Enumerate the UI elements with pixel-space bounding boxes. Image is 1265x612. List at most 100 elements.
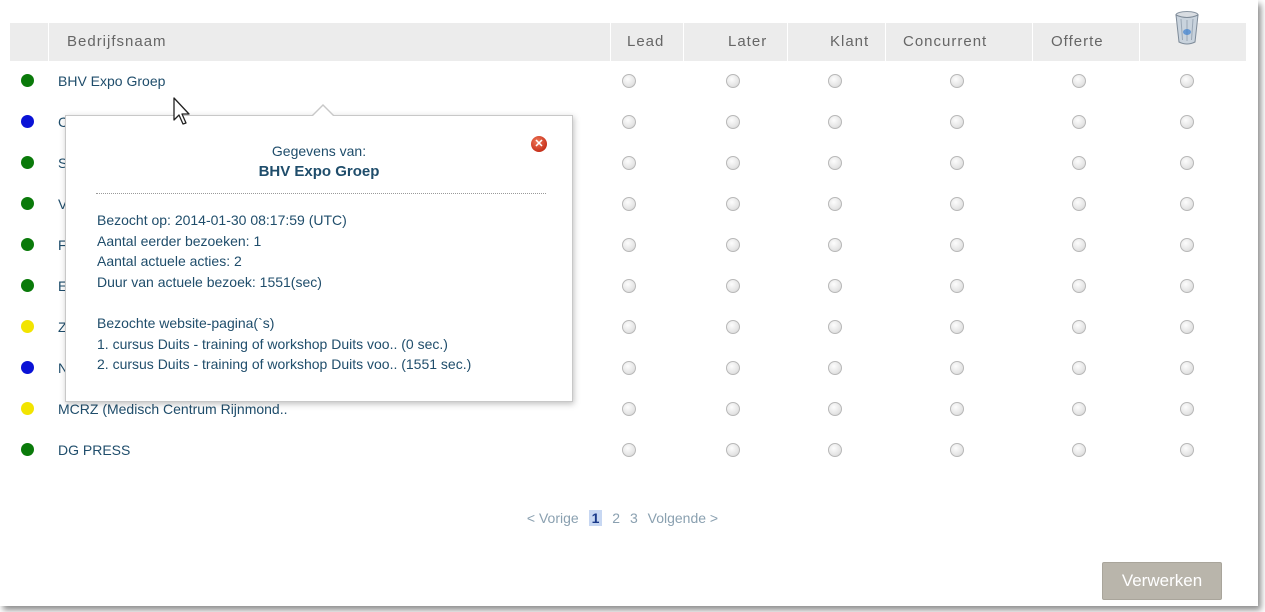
- popup-divider: [96, 193, 546, 194]
- radio-klant[interactable]: [828, 279, 842, 293]
- status-dot: [21, 402, 34, 415]
- mouse-cursor-icon: [173, 97, 190, 125]
- popup-title: Gegevens van:: [271, 143, 367, 159]
- radio-lead[interactable]: [622, 115, 636, 129]
- status-dot: [21, 443, 34, 456]
- radio-concurrent[interactable]: [950, 361, 964, 375]
- column-header-later: Later: [728, 33, 768, 50]
- status-dot: [21, 156, 34, 169]
- radio-klant[interactable]: [828, 197, 842, 211]
- radio-concurrent[interactable]: [950, 279, 964, 293]
- column-header-klant: Klant: [830, 33, 870, 50]
- radio-offerte[interactable]: [1072, 279, 1086, 293]
- radio-concurrent[interactable]: [950, 74, 964, 88]
- radio-concurrent[interactable]: [950, 320, 964, 334]
- radio-lead[interactable]: [622, 361, 636, 375]
- popup-duration: Duur van actuele bezoek: 1551(sec): [97, 274, 322, 290]
- radio-concurrent[interactable]: [950, 443, 964, 457]
- status-dot: [21, 115, 34, 128]
- popup-pages-title: Bezochte website-pagina(`s): [97, 315, 275, 331]
- trash-icon[interactable]: [1174, 10, 1200, 46]
- radio-later[interactable]: [726, 197, 740, 211]
- radio-klant[interactable]: [828, 320, 842, 334]
- radio-delete[interactable]: [1180, 361, 1194, 375]
- radio-later[interactable]: [726, 361, 740, 375]
- status-dot: [21, 361, 34, 374]
- radio-later[interactable]: [726, 402, 740, 416]
- popup-page-item: 1. cursus Duits - training of workshop D…: [97, 336, 448, 352]
- pagination-next[interactable]: Volgende >: [648, 510, 718, 526]
- pagination-page-3[interactable]: 3: [630, 510, 638, 526]
- radio-delete[interactable]: [1180, 402, 1194, 416]
- radio-lead[interactable]: [622, 74, 636, 88]
- radio-later[interactable]: [726, 279, 740, 293]
- radio-concurrent[interactable]: [950, 197, 964, 211]
- radio-delete[interactable]: [1180, 320, 1194, 334]
- radio-offerte[interactable]: [1072, 74, 1086, 88]
- radio-delete[interactable]: [1180, 238, 1194, 252]
- radio-offerte[interactable]: [1072, 197, 1086, 211]
- radio-offerte[interactable]: [1072, 238, 1086, 252]
- pagination: < Vorige 1 2 3 Volgende >: [0, 510, 1245, 526]
- company-name-link[interactable]: DG PRESS: [58, 430, 130, 471]
- radio-offerte[interactable]: [1072, 320, 1086, 334]
- pagination-page-2[interactable]: 2: [612, 510, 620, 526]
- status-dot: [21, 279, 34, 292]
- popup-prev-visits: Aantal eerder bezoeken: 1: [97, 233, 262, 249]
- radio-klant[interactable]: [828, 156, 842, 170]
- radio-klant[interactable]: [828, 74, 842, 88]
- pagination-page-1[interactable]: 1: [588, 510, 603, 526]
- radio-delete[interactable]: [1180, 74, 1194, 88]
- column-header-company: Bedrijfsnaam: [67, 33, 167, 50]
- radio-concurrent[interactable]: [950, 238, 964, 252]
- radio-lead[interactable]: [622, 320, 636, 334]
- radio-offerte[interactable]: [1072, 361, 1086, 375]
- radio-delete[interactable]: [1180, 156, 1194, 170]
- radio-delete[interactable]: [1180, 279, 1194, 293]
- popup-visited: Bezocht op: 2014-01-30 08:17:59 (UTC): [97, 212, 347, 228]
- radio-klant[interactable]: [828, 238, 842, 252]
- radio-later[interactable]: [726, 320, 740, 334]
- status-dot: [21, 197, 34, 210]
- radio-offerte[interactable]: [1072, 443, 1086, 457]
- radio-later[interactable]: [726, 74, 740, 88]
- column-header-lead: Lead: [627, 33, 665, 50]
- radio-lead[interactable]: [622, 238, 636, 252]
- radio-concurrent[interactable]: [950, 402, 964, 416]
- leads-panel: Bedrijfsnaam Lead Later Klant Concurrent…: [0, 0, 1258, 606]
- radio-klant[interactable]: [828, 402, 842, 416]
- radio-lead[interactable]: [622, 156, 636, 170]
- visitor-details-popup: ✕ Gegevens van: BHV Expo Groep Bezocht o…: [65, 104, 573, 402]
- radio-concurrent[interactable]: [950, 115, 964, 129]
- radio-delete[interactable]: [1180, 115, 1194, 129]
- radio-offerte[interactable]: [1072, 115, 1086, 129]
- radio-klant[interactable]: [828, 443, 842, 457]
- radio-lead[interactable]: [622, 443, 636, 457]
- radio-lead[interactable]: [622, 402, 636, 416]
- table-row: DG PRESS: [10, 430, 1246, 471]
- radio-lead[interactable]: [622, 197, 636, 211]
- popup-page-item: 2. cursus Duits - training of workshop D…: [97, 356, 472, 372]
- radio-delete[interactable]: [1180, 197, 1194, 211]
- pagination-prev[interactable]: < Vorige: [527, 510, 579, 526]
- status-dot: [21, 320, 34, 333]
- status-dot: [21, 74, 34, 87]
- radio-later[interactable]: [726, 238, 740, 252]
- radio-offerte[interactable]: [1072, 402, 1086, 416]
- process-button[interactable]: Verwerken: [1102, 562, 1222, 600]
- radio-klant[interactable]: [828, 361, 842, 375]
- column-header-concurrent: Concurrent: [903, 33, 988, 50]
- radio-later[interactable]: [726, 156, 740, 170]
- radio-offerte[interactable]: [1072, 156, 1086, 170]
- radio-later[interactable]: [726, 115, 740, 129]
- company-name-link[interactable]: BHV Expo Groep: [58, 61, 165, 102]
- column-header-offerte: Offerte: [1051, 33, 1104, 50]
- popup-actions: Aantal actuele acties: 2: [97, 253, 242, 269]
- table-header: Bedrijfsnaam Lead Later Klant Concurrent…: [10, 23, 1246, 61]
- radio-later[interactable]: [726, 443, 740, 457]
- status-dot: [21, 238, 34, 251]
- radio-delete[interactable]: [1180, 443, 1194, 457]
- radio-klant[interactable]: [828, 115, 842, 129]
- radio-concurrent[interactable]: [950, 156, 964, 170]
- radio-lead[interactable]: [622, 279, 636, 293]
